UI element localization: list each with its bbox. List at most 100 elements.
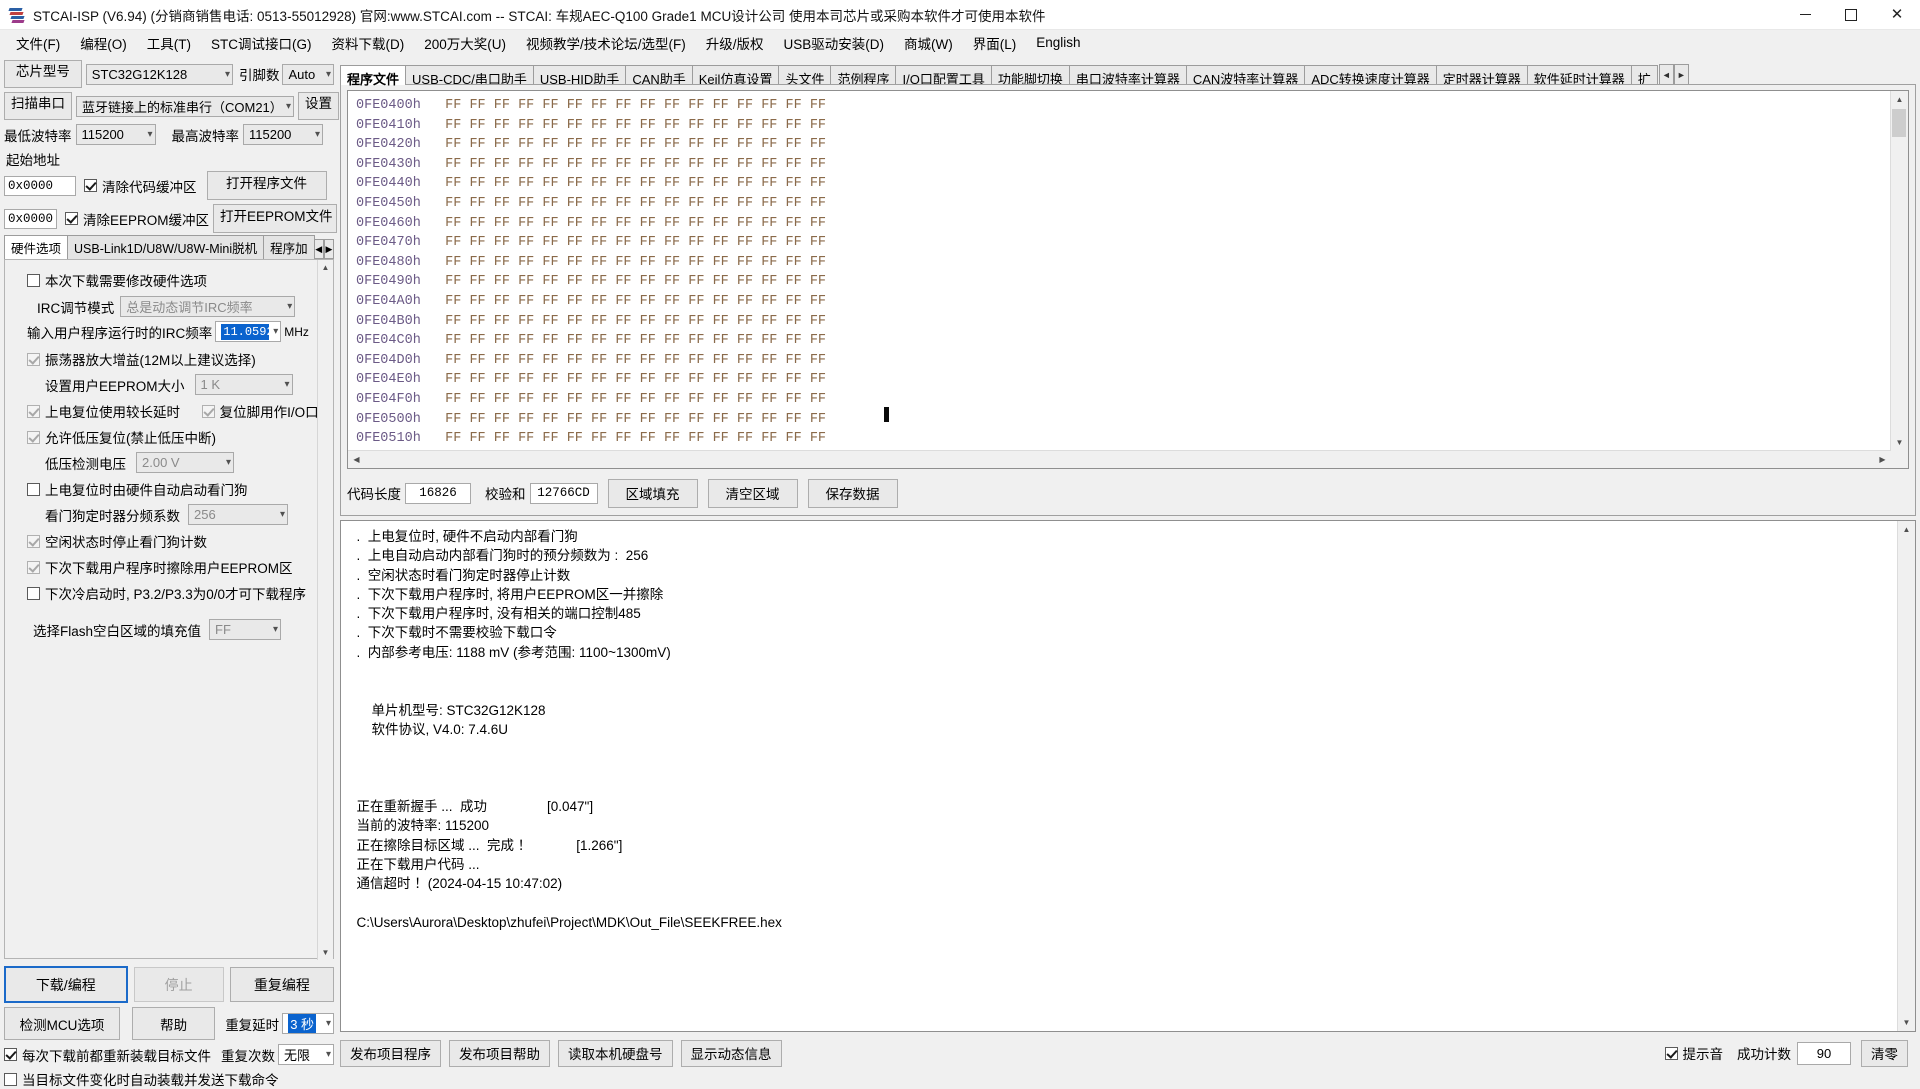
hex-byte[interactable]: FF [567, 314, 583, 329]
hex-byte[interactable]: FF [567, 294, 583, 309]
hex-byte[interactable]: FF [494, 392, 510, 407]
hex-byte[interactable]: FF [737, 255, 753, 270]
hex-byte[interactable]: FF [469, 372, 485, 387]
hex-byte[interactable]: FF [640, 255, 656, 270]
hex-byte[interactable]: FF [567, 216, 583, 231]
chip-model-select[interactable]: STC32G12K128 ▾ [86, 64, 233, 85]
hex-byte[interactable]: FF [713, 255, 729, 270]
hex-byte[interactable]: FF [737, 353, 753, 368]
tab-io-config[interactable]: I/O口配置工具 [895, 65, 991, 85]
minimize-button[interactable] [1782, 0, 1828, 29]
hex-byte[interactable]: FF [713, 274, 729, 289]
hex-byte[interactable]: FF [664, 157, 680, 172]
hex-byte[interactable]: FF [786, 372, 802, 387]
hex-byte[interactable]: FF [664, 98, 680, 113]
clear-code-buffer-checkbox[interactable]: 清除代码缓冲区 [84, 176, 197, 196]
hex-row[interactable]: 0FE0450h FF FF FF FF FF FF FF FF FF FF F… [356, 194, 1891, 214]
hex-byte[interactable]: FF [664, 353, 680, 368]
hex-byte[interactable]: FF [640, 333, 656, 348]
hex-byte[interactable]: FF [615, 431, 631, 446]
hex-byte[interactable]: FF [615, 137, 631, 152]
hex-byte[interactable]: FF [737, 372, 753, 387]
subtab-prev-button[interactable]: ◀ [314, 239, 324, 259]
hex-byte[interactable]: FF [761, 196, 777, 211]
hex-byte[interactable]: FF [494, 255, 510, 270]
irc-mode-select[interactable]: 总是动态调节IRC频率 ▾ [120, 296, 295, 317]
hex-byte[interactable]: FF [591, 274, 607, 289]
menu-english[interactable]: English [1026, 32, 1090, 53]
hex-byte[interactable]: FF [640, 274, 656, 289]
hex-byte[interactable]: FF [786, 118, 802, 133]
hex-byte[interactable]: FF [469, 412, 485, 427]
hex-byte[interactable]: FF [542, 255, 558, 270]
hex-byte[interactable]: FF [518, 176, 534, 191]
hex-byte[interactable]: FF [445, 274, 461, 289]
hex-byte[interactable]: FF [518, 353, 534, 368]
hex-byte[interactable]: FF [518, 392, 534, 407]
hex-byte[interactable]: FF [688, 274, 704, 289]
hex-byte[interactable]: FF [567, 412, 583, 427]
hex-byte[interactable]: FF [761, 431, 777, 446]
hex-byte[interactable]: FF [469, 216, 485, 231]
show-dynamic-info-button[interactable]: 显示动态信息 [681, 1040, 782, 1067]
hex-byte[interactable]: FF [542, 333, 558, 348]
tab-program-file[interactable]: 程序文件 [340, 65, 406, 85]
hex-byte[interactable]: FF [737, 333, 753, 348]
hex-byte[interactable]: FF [591, 353, 607, 368]
hex-byte[interactable]: FF [518, 118, 534, 133]
hex-byte[interactable]: FF [664, 392, 680, 407]
subtab-hardware-options[interactable]: 硬件选项 [4, 235, 68, 259]
hex-byte[interactable]: FF [445, 353, 461, 368]
hex-byte[interactable]: FF [810, 196, 826, 211]
hex-byte[interactable]: FF [591, 118, 607, 133]
hex-byte[interactable]: FF [664, 274, 680, 289]
hex-editor[interactable]: 0FE0400h FF FF FF FF FF FF FF FF FF FF F… [347, 90, 1909, 469]
watchdog-prescaler-select[interactable]: 256 ▾ [188, 504, 288, 525]
tab-timer-calc[interactable]: 定时器计算器 [1436, 65, 1528, 85]
hex-byte[interactable]: FF [542, 118, 558, 133]
hex-byte[interactable]: FF [761, 392, 777, 407]
hex-byte[interactable]: FF [518, 294, 534, 309]
pin-count-select[interactable]: Auto ▾ [282, 64, 334, 85]
hex-byte[interactable]: FF [664, 255, 680, 270]
hex-byte[interactable]: FF [615, 392, 631, 407]
scroll-left-icon[interactable]: ◀ [348, 451, 365, 468]
hex-byte[interactable]: FF [615, 333, 631, 348]
hex-byte[interactable]: FF [591, 412, 607, 427]
hex-byte[interactable]: FF [737, 431, 753, 446]
hex-byte[interactable]: FF [737, 216, 753, 231]
hex-byte[interactable]: FF [810, 137, 826, 152]
hex-byte[interactable]: FF [810, 294, 826, 309]
hex-byte[interactable]: FF [640, 353, 656, 368]
hex-byte[interactable]: FF [445, 412, 461, 427]
subtab-usb-link[interactable]: USB-Link1D/U8W/U8W-Mini脱机 [67, 235, 264, 259]
auto-watchdog-checkbox[interactable]: 上电复位时由硬件自动启动看门狗 [27, 479, 248, 499]
hex-byte[interactable]: FF [591, 392, 607, 407]
hex-byte[interactable]: FF [542, 98, 558, 113]
hex-byte[interactable]: FF [688, 98, 704, 113]
hex-byte[interactable]: FF [591, 137, 607, 152]
hex-byte[interactable]: FF [591, 431, 607, 446]
hex-byte[interactable]: FF [810, 314, 826, 329]
hex-byte[interactable]: FF [664, 137, 680, 152]
log-output-panel[interactable]: . 上电复位时, 硬件不启动内部看门狗 . 上电自动启动内部看门狗时的预分频数为… [340, 520, 1916, 1032]
menu-program[interactable]: 编程(O) [70, 30, 137, 56]
hex-byte[interactable]: FF [761, 333, 777, 348]
scan-port-button[interactable]: 扫描串口 [4, 92, 72, 120]
tab-scroll-next-button[interactable]: ► [1674, 64, 1689, 85]
hex-byte[interactable]: FF [469, 118, 485, 133]
hex-byte[interactable]: FF [640, 235, 656, 250]
help-button[interactable]: 帮助 [132, 1007, 215, 1040]
hex-byte[interactable]: FF [469, 353, 485, 368]
hex-byte[interactable]: FF [615, 412, 631, 427]
chip-model-button[interactable]: 芯片型号 [4, 60, 82, 88]
clear-count-button[interactable]: 清零 [1861, 1040, 1908, 1067]
tab-extended[interactable]: 扩 [1631, 65, 1658, 85]
hex-byte[interactable]: FF [445, 98, 461, 113]
hex-byte[interactable]: FF [713, 412, 729, 427]
hex-byte[interactable]: FF [688, 333, 704, 348]
hex-byte[interactable]: FF [737, 137, 753, 152]
hex-byte[interactable]: FF [567, 118, 583, 133]
hex-byte[interactable]: FF [518, 333, 534, 348]
hex-byte[interactable]: FF [542, 196, 558, 211]
